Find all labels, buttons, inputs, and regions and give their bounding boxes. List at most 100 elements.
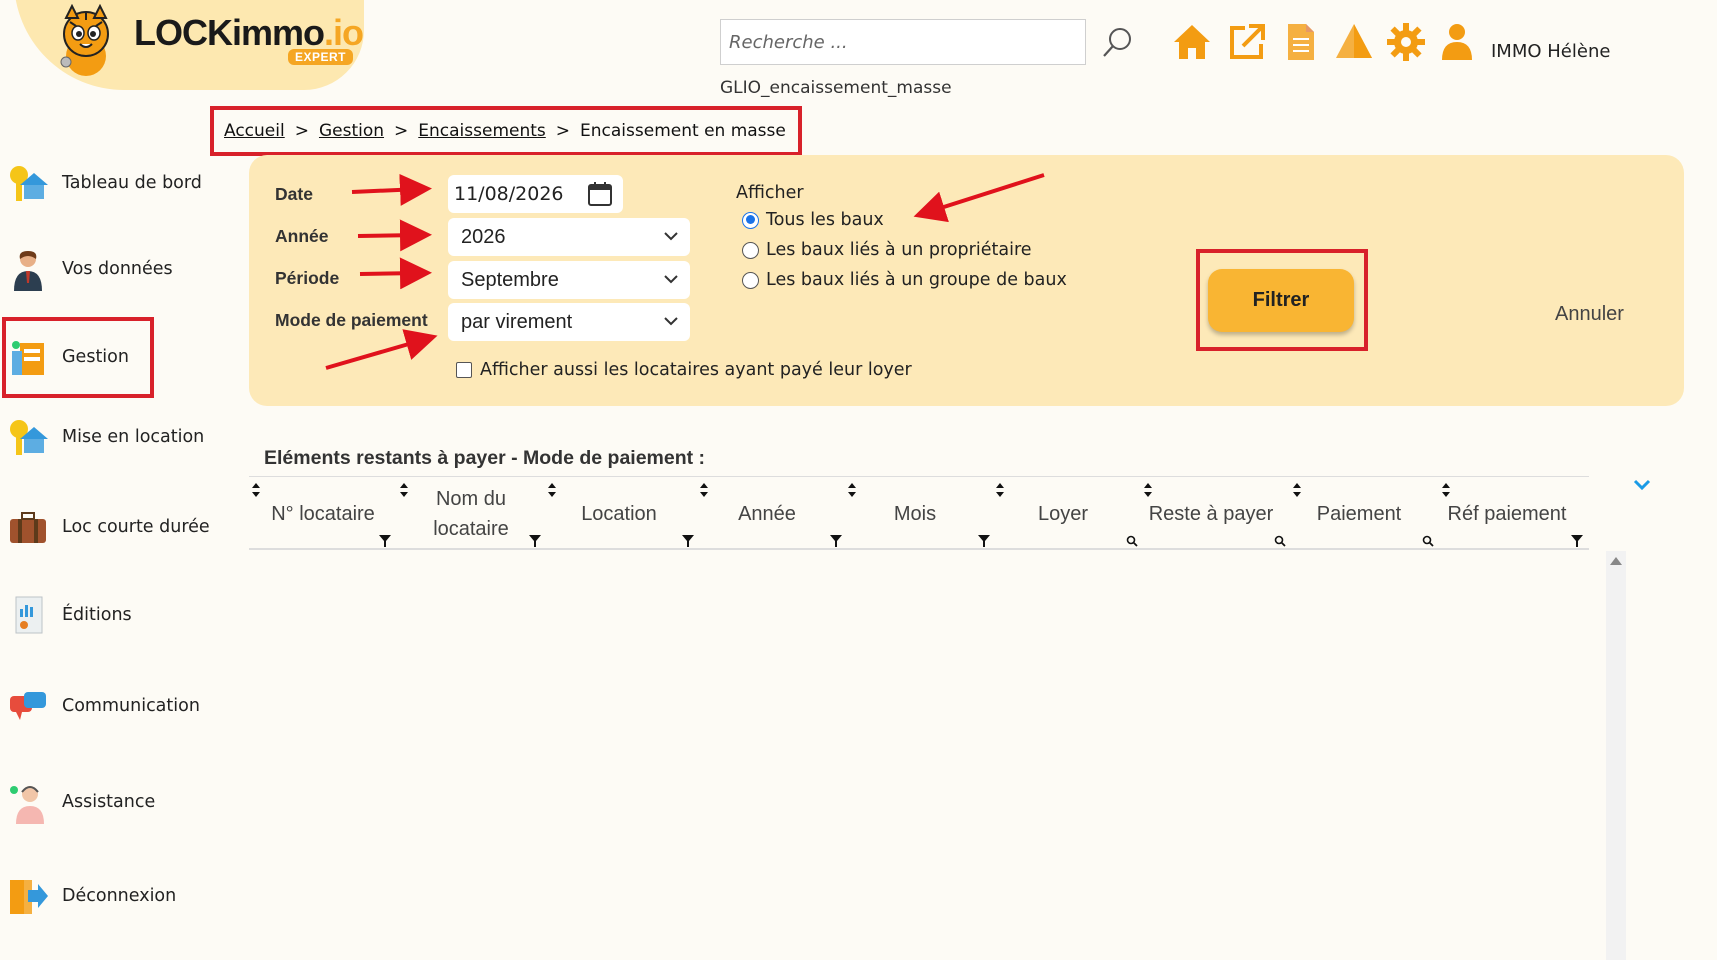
sort-icon[interactable] [699,482,709,498]
sidebar-item-label: Éditions [62,605,132,625]
show-paid-tenants-checkbox[interactable] [456,362,472,378]
filter-button[interactable]: Filtrer [1208,269,1354,332]
table-header: N° locataire Nom du locataire Location A… [249,476,1589,550]
radio-baux-proprietaire[interactable]: Les baux liés à un propriétaire [742,240,1032,260]
chevron-down-icon[interactable] [1632,478,1652,492]
show-paid-tenants-label: Afficher aussi les locataires ayant payé… [480,360,912,380]
search-icon[interactable] [1100,26,1134,60]
column-header-location[interactable]: Location [545,477,693,551]
column-header-label: N° locataire [271,503,375,525]
periode-select[interactable]: Septembre [448,261,690,299]
sidebar-item-editions[interactable]: Éditions [6,585,226,645]
column-header-no-locataire[interactable]: N° locataire [249,477,397,551]
sidebar-item-vos-donnees[interactable]: Vos données [6,239,226,299]
cancel-button[interactable]: Annuler [1555,303,1624,326]
breadcrumb: Accueil > Gestion > Encaissements > Enca… [210,106,802,156]
mode-paiement-select[interactable]: par virement [448,303,690,341]
breadcrumb-current: Encaissement en masse [580,121,786,141]
sidebar-item-deconnexion[interactable]: Déconnexion [6,866,226,926]
user-icon[interactable] [1437,22,1477,62]
funnel-icon[interactable] [830,535,842,547]
document-icon[interactable] [1280,22,1320,62]
search-icon[interactable] [1274,535,1286,547]
sidebar-item-label: Mise en location [62,427,205,447]
chevron-down-icon [664,232,678,241]
home-icon[interactable] [1172,22,1212,62]
sidebar-item-loc-courte-duree[interactable]: Loc courte durée [6,497,226,557]
logo-wordmark[interactable]: LOCKimmo.io [134,12,364,54]
funnel-icon[interactable] [529,535,541,547]
date-value: 11/08/2026 [454,183,564,205]
scroll-up-icon[interactable] [1609,556,1623,566]
funnel-icon[interactable] [682,535,694,547]
mode-paiement-value: par virement [461,310,573,333]
rental-key-house-icon [10,420,48,455]
support-agent-icon [10,786,44,824]
sort-icon[interactable] [847,482,857,498]
funnel-icon[interactable] [1571,535,1583,547]
annotation-highlight-gestion [2,317,154,398]
breadcrumb-gestion[interactable]: Gestion [319,121,384,141]
annee-label: Année [275,226,329,246]
column-header-label: Location [581,503,657,525]
annee-select[interactable]: 2026 [448,218,690,256]
column-header-paiement[interactable]: Paiement [1285,477,1433,551]
radio-label: Les baux liés à un groupe de baux [766,270,1067,290]
table-body [249,551,1589,960]
column-header-reste-a-payer[interactable]: Reste à payer [1137,477,1285,551]
sort-icon[interactable] [547,482,557,498]
afficher-label: Afficher [736,183,804,203]
column-header-annee[interactable]: Année [693,477,841,551]
dashboard-key-house-icon [10,166,48,201]
annee-value: 2026 [461,225,506,248]
radio-button[interactable] [742,271,759,289]
logout-icon [10,880,48,914]
show-paid-tenants-option[interactable]: Afficher aussi les locataires ayant payé… [456,360,912,380]
column-header-mois[interactable]: Mois [841,477,989,551]
search-input[interactable] [720,19,1086,65]
alert-icon[interactable] [1334,22,1374,62]
column-header-label: Mois [893,503,937,525]
breadcrumb-separator: > [394,121,409,141]
sidebar-item-label: Tableau de bord [62,173,202,193]
radio-baux-groupe[interactable]: Les baux liés à un groupe de baux [742,270,1067,290]
column-header-nom-locataire[interactable]: Nom du locataire [397,477,545,551]
sidebar-item-mise-en-location[interactable]: Mise en location [6,407,226,467]
date-field[interactable]: 11/08/2026 [448,175,623,213]
sidebar-item-assistance[interactable]: Assistance [6,772,226,832]
sort-icon[interactable] [995,482,1005,498]
column-header-label: Paiement [1316,503,1402,525]
gear-icon[interactable] [1386,22,1426,62]
sort-icon[interactable] [251,482,261,498]
sort-icon[interactable] [1441,482,1451,498]
sort-icon[interactable] [399,482,409,498]
sort-icon[interactable] [1143,482,1153,498]
logo-badge: EXPERT [288,49,354,65]
radio-button[interactable] [742,241,759,259]
calendar-icon[interactable] [587,181,613,207]
column-header-loyer[interactable]: Loyer [989,477,1137,551]
radio-tous-les-baux[interactable]: Tous les baux [742,210,884,230]
search-icon[interactable] [1422,535,1434,547]
external-link-icon[interactable] [1227,22,1267,62]
column-header-label: Nom du locataire [433,488,509,540]
sort-icon[interactable] [1292,482,1302,498]
breadcrumb-accueil[interactable]: Accueil [224,121,285,141]
funnel-icon[interactable] [379,535,391,547]
mode-paiement-label: Mode de paiement [275,310,428,330]
chevron-down-icon [664,275,678,284]
column-header-label: Année [738,503,796,525]
user-name[interactable]: IMMO Hélène [1491,41,1610,62]
breadcrumb-encaissements[interactable]: Encaissements [418,121,546,141]
radio-button[interactable] [742,211,759,229]
sidebar-item-communication[interactable]: Communication [6,676,226,736]
report-icon [15,596,43,634]
chat-bubbles-icon [10,692,46,720]
column-header-ref-paiement[interactable]: Réf paiement [1433,477,1581,551]
sidebar-item-tableau-de-bord[interactable]: Tableau de bord [6,153,226,213]
table-scrollbar[interactable] [1606,551,1626,960]
sidebar-item-label: Vos données [62,259,173,279]
search-icon[interactable] [1126,535,1138,547]
column-header-label: Réf paiement [1447,503,1567,525]
funnel-icon[interactable] [978,535,990,547]
